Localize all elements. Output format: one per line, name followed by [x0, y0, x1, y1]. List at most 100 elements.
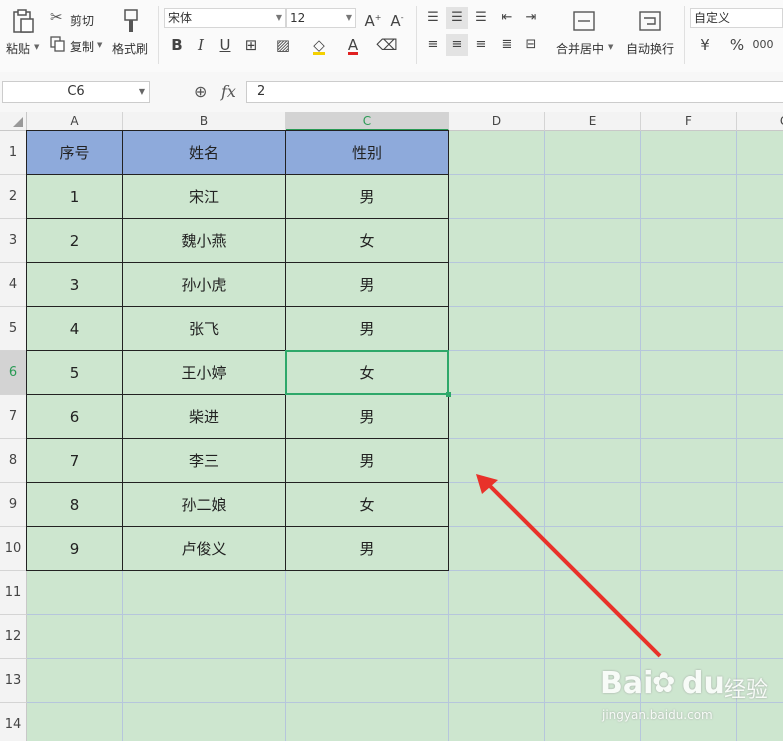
select-all-corner[interactable] [0, 112, 27, 131]
clear-format-icon[interactable]: ⌫ [376, 34, 398, 56]
font-color-icon[interactable]: A [342, 34, 364, 56]
table-cell-seq[interactable]: 8 [27, 483, 123, 527]
font-size-select[interactable]: 12 ▼ [286, 8, 356, 28]
fill-color-icon[interactable]: ◇ [308, 34, 330, 56]
table-cell-seq[interactable]: 3 [27, 263, 123, 307]
column-header-c[interactable]: C [286, 112, 449, 131]
fill-handle[interactable] [446, 392, 451, 397]
header-cell-seq[interactable]: 序号 [27, 131, 123, 175]
cut-label: 剪切 [70, 14, 95, 28]
justify-icon[interactable]: ≣ [496, 34, 518, 56]
align-bottom-icon[interactable]: ☰ [470, 7, 492, 29]
zoom-search-icon[interactable]: ⊕ [194, 82, 207, 101]
table-cell-name[interactable]: 孙二娘 [123, 483, 286, 527]
cut-button[interactable]: ✂ 剪切 [48, 8, 108, 28]
row-header-11[interactable]: 11 [0, 571, 27, 615]
table-cell-name[interactable]: 卢俊义 [123, 527, 286, 571]
decrease-indent-icon[interactable]: ⇤ [496, 7, 518, 29]
underline-icon[interactable]: U [214, 34, 236, 56]
table-cell-gender[interactable]: 女 [286, 219, 449, 263]
table-cell-name[interactable]: 魏小燕 [123, 219, 286, 263]
table-cell-seq[interactable]: 9 [27, 527, 123, 571]
header-cell-gender[interactable]: 性别 [286, 131, 449, 175]
row-header-13[interactable]: 13 [0, 659, 27, 703]
merge-center-button[interactable]: 合并居中 ▼ [552, 6, 618, 62]
row-header-4[interactable]: 4 [0, 263, 27, 307]
column-header-a[interactable]: A [27, 112, 123, 131]
spreadsheet-grid[interactable]: ABCDEFG1234567891011121314序号姓名性别1宋江男2魏小燕… [0, 112, 783, 741]
gridline [736, 131, 737, 741]
table-cell-seq[interactable]: 4 [27, 307, 123, 351]
table-cell-gender[interactable]: 女 [286, 483, 449, 527]
table-cell-gender[interactable]: 男 [286, 175, 449, 219]
table-cell-name[interactable]: 宋江 [123, 175, 286, 219]
row-header-6[interactable]: 6 [0, 351, 27, 395]
table-cell-name[interactable]: 李三 [123, 439, 286, 483]
align-left-icon[interactable]: ≡ [422, 34, 444, 56]
fx-icon[interactable]: fx [221, 82, 236, 101]
table-cell-seq[interactable]: 1 [27, 175, 123, 219]
paste-button[interactable]: 粘贴 ▼ [4, 6, 42, 62]
copy-button[interactable]: 复制 ▼ [48, 36, 108, 54]
table-cell-seq[interactable]: 7 [27, 439, 123, 483]
header-cell-name[interactable]: 姓名 [123, 131, 286, 175]
table-cell-seq[interactable]: 5 [27, 351, 123, 395]
column-header-g[interactable]: G [737, 112, 783, 131]
table-cell-seq[interactable]: 2 [27, 219, 123, 263]
table-cell-name[interactable]: 孙小虎 [123, 263, 286, 307]
row-header-3[interactable]: 3 [0, 219, 27, 263]
ribbon-toolbar: 粘贴 ▼ ✂ 剪切 复制 ▼ 格式刷 宋体 ▼ 12 ▼ A+ A- B I U ⊞ ▨… [0, 0, 783, 73]
column-header-d[interactable]: D [449, 112, 545, 131]
fill-pattern-icon[interactable]: ▨ [272, 34, 294, 56]
table-cell-gender[interactable]: 男 [286, 395, 449, 439]
align-center-icon[interactable]: ≡ [446, 34, 468, 56]
row-header-2[interactable]: 2 [0, 175, 27, 219]
table-cell-name[interactable]: 王小婷 [123, 351, 286, 395]
table-cell-gender[interactable]: 男 [286, 307, 449, 351]
row-header-5[interactable]: 5 [0, 307, 27, 351]
number-format-select[interactable]: 自定义 [690, 8, 783, 28]
font-name-select[interactable]: 宋体 ▼ [164, 8, 286, 28]
distribute-icon[interactable]: ⊟ [520, 34, 542, 56]
row-header-1[interactable]: 1 [0, 131, 27, 175]
table-cell-name[interactable]: 张飞 [123, 307, 286, 351]
thousands-icon[interactable]: 000 [752, 34, 774, 56]
table-cell-gender[interactable]: 女 [286, 351, 449, 395]
row-header-14[interactable]: 14 [0, 703, 27, 741]
column-header-b[interactable]: B [123, 112, 286, 131]
gridline [27, 614, 783, 615]
formula-input[interactable]: 2 [246, 81, 783, 103]
name-box[interactable]: C6 ▼ [2, 81, 150, 103]
align-right-icon[interactable]: ≡ [470, 34, 492, 56]
row-header-9[interactable]: 9 [0, 483, 27, 527]
row-header-7[interactable]: 7 [0, 395, 27, 439]
align-top-icon[interactable]: ☰ [422, 7, 444, 29]
format-painter-button[interactable]: 格式刷 [110, 6, 154, 62]
currency-icon[interactable]: ¥ [694, 34, 716, 56]
font-name-value: 宋体 [168, 11, 193, 25]
name-box-value: C6 [67, 84, 85, 99]
increase-indent-icon[interactable]: ⇥ [520, 7, 542, 29]
bold-icon[interactable]: B [166, 34, 188, 56]
gridline [27, 658, 783, 659]
row-header-10[interactable]: 10 [0, 527, 27, 571]
watermark-brand: Bai [600, 666, 654, 701]
table-cell-gender[interactable]: 男 [286, 527, 449, 571]
increase-font-icon[interactable]: A+ [362, 7, 384, 30]
percent-icon[interactable]: % [726, 34, 748, 56]
decrease-font-icon[interactable]: A- [386, 7, 408, 30]
row-header-8[interactable]: 8 [0, 439, 27, 483]
table-cell-gender[interactable]: 男 [286, 439, 449, 483]
row-header-12[interactable]: 12 [0, 615, 27, 659]
border-icon[interactable]: ⊞ [240, 34, 262, 56]
copy-icon [50, 36, 65, 52]
column-header-e[interactable]: E [545, 112, 641, 131]
column-header-f[interactable]: F [641, 112, 737, 131]
wrap-text-button[interactable]: 自动换行 [622, 6, 682, 62]
align-middle-icon[interactable]: ☰ [446, 7, 468, 29]
table-cell-gender[interactable]: 男 [286, 263, 449, 307]
italic-icon[interactable]: I [190, 34, 212, 56]
table-cell-seq[interactable]: 6 [27, 395, 123, 439]
chevron-down-icon: ▼ [138, 87, 145, 96]
table-cell-name[interactable]: 柴进 [123, 395, 286, 439]
